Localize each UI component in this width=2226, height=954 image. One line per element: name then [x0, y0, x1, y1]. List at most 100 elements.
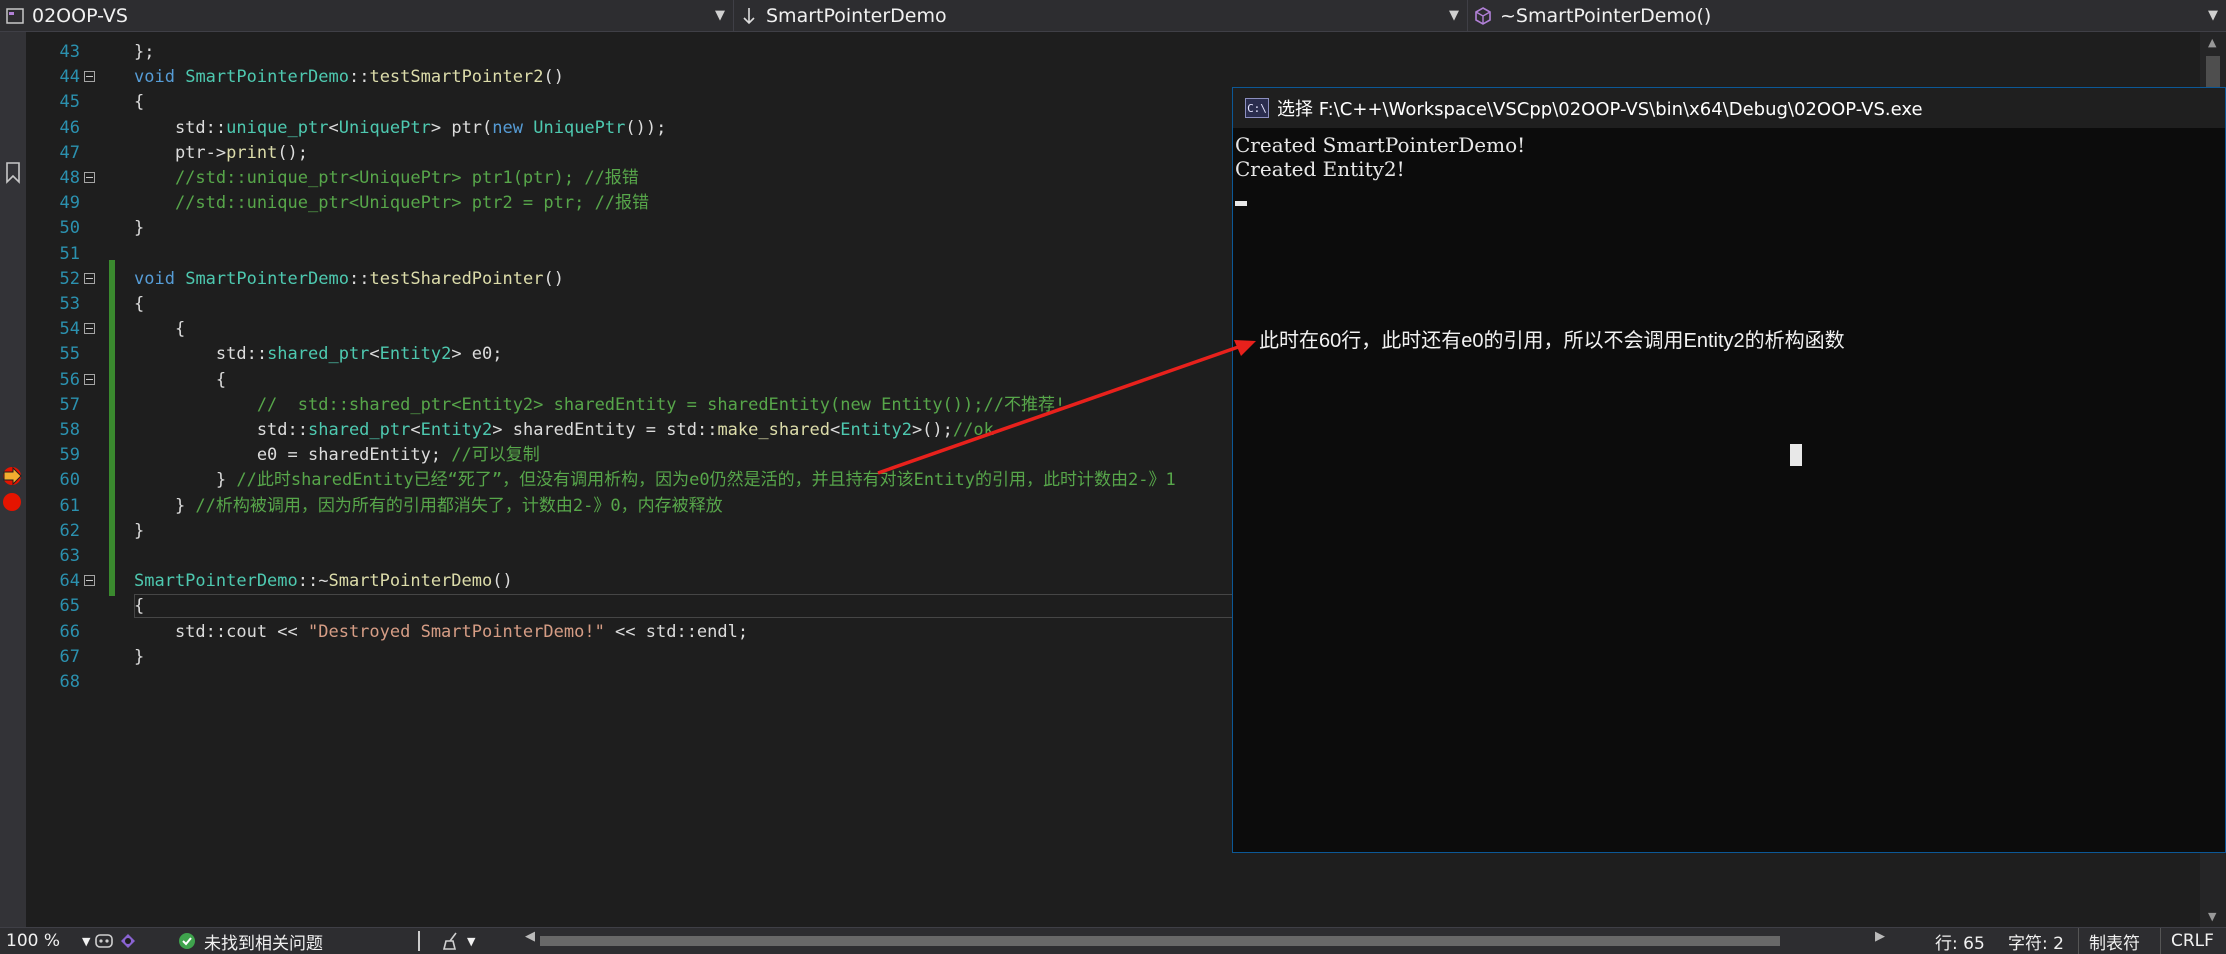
code-token: }; [134, 42, 155, 62]
console-output-line: Created SmartPointerDemo! [1235, 133, 1526, 157]
code-text: std::unique_ptr<UniquePtr> ptr(new Uniqu… [134, 116, 666, 141]
member-dropdown[interactable]: ~SmartPointerDemo() ▼ [1468, 0, 2226, 32]
scroll-up-icon[interactable]: ▲ [2208, 36, 2216, 49]
scroll-right-icon[interactable]: ▶ [1875, 929, 1885, 944]
code-token: () [492, 571, 513, 592]
code-token: > e0; [451, 344, 503, 365]
issues-indicator[interactable]: 未找到相关问题 [178, 928, 323, 954]
code-token: { [134, 294, 145, 314]
project-dropdown[interactable]: 02OOP-VS ▼ [0, 0, 734, 32]
char-indicator[interactable]: 字符: 2 [2008, 928, 2064, 954]
line-number: 62 [59, 520, 80, 541]
line-number: 48 [59, 168, 80, 188]
console-window[interactable]: C:\ 选择 F:\C++\Workspace\VSCpp\02OOP-VS\b… [1232, 87, 2226, 853]
line-number: 66 [59, 621, 80, 642]
code-token: () [543, 67, 564, 88]
code-text: //std::unique_ptr<UniquePtr> ptr1(ptr); … [134, 166, 639, 191]
code-token: { [134, 369, 227, 390]
code-token: } [134, 218, 145, 239]
code-text: }; [134, 40, 154, 65]
breakpoint-icon[interactable] [2, 492, 22, 512]
code-token: :: [348, 67, 370, 88]
console-title-bar[interactable]: C:\ 选择 F:\C++\Workspace\VSCpp\02OOP-VS\b… [1233, 88, 2225, 128]
line-number: 55 [59, 344, 80, 365]
code-text: std::shared_ptr<Entity2> e0; [134, 342, 503, 367]
line-number: 53 [59, 294, 80, 314]
code-text: } [134, 216, 144, 241]
collapse-icon[interactable] [84, 71, 95, 83]
member-name: ~SmartPointerDemo() [1500, 5, 1712, 27]
line-number: 45 [59, 92, 80, 113]
collapse-icon[interactable] [84, 323, 95, 335]
code-text: SmartPointerDemo::~SmartPointerDemo() [134, 569, 513, 594]
horizontal-scrollbar[interactable]: ◀ ▶ [525, 929, 1885, 948]
code-token: SmartPointerDemo [328, 571, 493, 592]
code-token: UniquePtr [338, 117, 431, 138]
scope-name: SmartPointerDemo [766, 5, 947, 27]
code-token: :: [348, 268, 370, 289]
line-number: 49 [59, 193, 80, 214]
navigation-bar: 02OOP-VS ▼ SmartPointerDemo ▼ ~SmartPoin… [0, 0, 2226, 32]
code-token: } [134, 520, 145, 541]
line-number: 54 [59, 319, 80, 340]
line-number: 59 [59, 445, 80, 466]
line-number: 44 [59, 67, 80, 88]
line-number: 50 [59, 218, 80, 239]
code-token: { [134, 319, 186, 340]
line-ending-indicator[interactable]: CRLF [2160, 928, 2214, 954]
line-number: 52 [59, 268, 80, 289]
chevron-down-icon: ▼ [82, 934, 91, 948]
line-number: 63 [59, 546, 80, 566]
code-token: std:: [134, 420, 308, 440]
code-line[interactable]: 43}; [26, 40, 2196, 65]
code-text: } //析构被调用，因为所有的引用都消失了，计数由2-》0，内存被释放 [134, 494, 723, 519]
scroll-left-icon[interactable]: ◀ [525, 929, 535, 944]
code-token: shared_ptr [308, 420, 411, 440]
copilot-icon[interactable] [94, 928, 114, 954]
current-statement-breakpoint-icon[interactable] [1, 466, 25, 486]
code-text: std::cout << "Destroyed SmartPointerDemo… [134, 620, 748, 645]
scope-dropdown[interactable]: SmartPointerDemo ▼ [734, 0, 1468, 32]
console-title: 选择 F:\C++\Workspace\VSCpp\02OOP-VS\bin\x… [1277, 99, 1923, 120]
line-number: 67 [59, 646, 80, 667]
collapse-icon[interactable] [84, 373, 95, 385]
code-token: } [134, 470, 237, 491]
chevron-down-icon: ▼ [1449, 8, 1459, 23]
code-token: //析构被调用，因为所有的引用都消失了，计数由2-》0，内存被释放 [195, 495, 723, 516]
code-token: SmartPointerDemo [134, 571, 298, 592]
indicator-margin[interactable] [0, 32, 26, 927]
code-token: //此时sharedEntity已经“死了”，但没有调用析构，因为e0仍然是活的… [236, 470, 1176, 491]
code-token: SmartPointerDemo [185, 268, 349, 289]
intellicode-icon[interactable] [118, 928, 138, 954]
code-text: // std::shared_ptr<Entity2> sharedEntity… [134, 393, 1065, 418]
indent-indicator[interactable]: 制表符 [2078, 928, 2140, 954]
horizontal-scroll-thumb[interactable] [540, 936, 1780, 946]
status-divider [418, 931, 420, 951]
line-indicator[interactable]: 行: 65 [1935, 928, 1985, 954]
bookmark-icon[interactable] [5, 162, 21, 184]
code-token: shared_ptr [267, 344, 370, 365]
code-token: } [134, 646, 145, 667]
console-app-icon: C:\ [1245, 98, 1269, 118]
code-token: Entity2 [840, 420, 912, 440]
code-token: // std::shared_ptr<Entity2> sharedEntity… [134, 394, 1066, 415]
collapse-icon[interactable] [84, 575, 95, 587]
code-token: void [134, 67, 175, 88]
code-text: { [134, 368, 226, 393]
code-token: (); [277, 142, 309, 163]
code-text: } //此时sharedEntity已经“死了”，但没有调用析构，因为e0仍然是… [134, 468, 1176, 493]
collapse-icon[interactable] [84, 272, 95, 284]
code-token: < [410, 420, 421, 440]
text-caret [1790, 444, 1802, 466]
line-number: 46 [59, 117, 80, 138]
code-text: void SmartPointerDemo::testSharedPointer… [134, 267, 564, 292]
scroll-down-icon[interactable]: ▼ [2208, 910, 2216, 923]
broom-icon [442, 932, 457, 950]
code-token: UniquePtr [533, 117, 626, 138]
chevron-down-icon: ▼ [467, 934, 476, 948]
collapse-icon[interactable] [84, 172, 95, 183]
line-number: 47 [59, 142, 80, 163]
code-cleanup-button[interactable]: ▼ [441, 928, 475, 954]
zoom-level[interactable]: 100 % ▼ [6, 928, 90, 954]
